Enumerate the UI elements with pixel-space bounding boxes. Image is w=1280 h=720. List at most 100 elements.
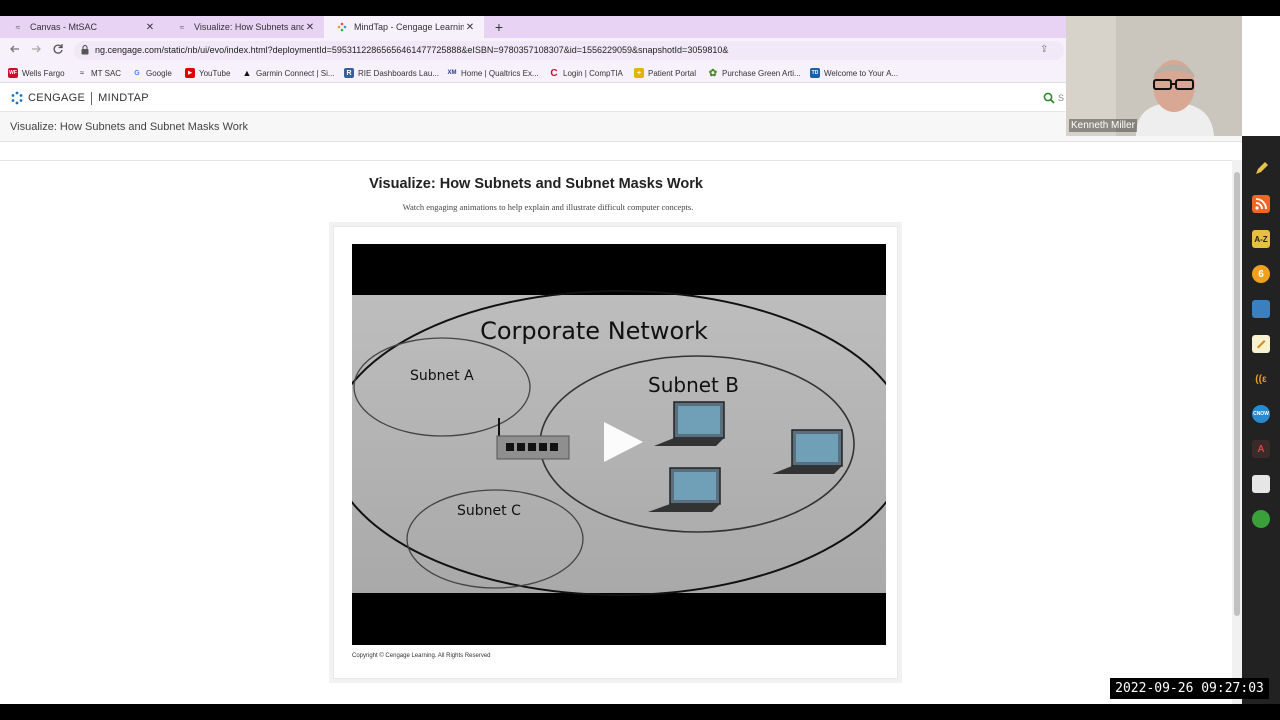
tab-strip: ≈ Canvas - MtSAC ✕ ≈ Visualize: How Subn… [0, 16, 1066, 38]
notepad-icon[interactable] [1252, 335, 1270, 353]
activity-title: Visualize: How Subnets and Subnet Masks … [10, 121, 249, 133]
main-content: Visualize: How Subnets and Subnet Masks … [0, 142, 1242, 704]
bookmark-label: Garmin Connect | Si... [256, 68, 335, 78]
bookmark-label: RIE Dashboards Lau... [358, 68, 439, 78]
youtube-icon: ▶ [185, 68, 195, 78]
url-text: ng.cengage.com/static/nb/ui/evo/index.ht… [95, 45, 729, 55]
a-plus-icon[interactable]: A [1252, 440, 1270, 458]
bookmark-label: Login | CompTIA [563, 68, 623, 78]
back-arrow-icon [10, 45, 19, 53]
vertical-scrollbar[interactable] [1232, 160, 1242, 704]
bookmark-youtube[interactable]: ▶ YouTube [185, 66, 230, 80]
logo-divider [91, 91, 93, 105]
comptia-icon: C [550, 67, 558, 79]
app-launcher: A-Z 6 ((ε CNOW A [1242, 136, 1280, 704]
bookmark-garmin[interactable]: ▲ Garmin Connect | Si... [242, 66, 335, 80]
subnet-c-label: Subnet C [457, 503, 521, 519]
bookmark-qualtrics[interactable]: XM Home | Qualtrics Ex... [447, 66, 539, 80]
subnet-a-label: Subnet A [410, 368, 474, 384]
patient-portal-icon: + [634, 68, 644, 78]
tab-close-icon[interactable]: ✕ [304, 22, 316, 33]
coin-icon[interactable]: 6 [1252, 265, 1270, 283]
omnibox[interactable]: ng.cengage.com/static/nb/ui/evo/index.ht… [74, 41, 1064, 60]
activity-title-bar: Visualize: How Subnets and Subnet Masks … [0, 112, 1242, 142]
garmin-icon: ▲ [242, 68, 252, 78]
bookmark-label: MT SAC [91, 68, 122, 78]
google-icon: G [134, 69, 140, 77]
bottom-black-bar [0, 704, 1280, 720]
video-player[interactable]: Corporate Network Subnet A Subnet B Subn… [352, 244, 886, 645]
back-button[interactable] [8, 43, 22, 57]
dictionary-icon[interactable]: A-Z [1252, 230, 1270, 248]
forward-button[interactable] [29, 43, 43, 57]
bookmark-label: Home | Qualtrics Ex... [461, 68, 539, 78]
reload-button[interactable] [51, 43, 65, 57]
bookmark-label: Google [146, 68, 172, 78]
video-card: Corporate Network Subnet A Subnet B Subn… [333, 226, 898, 679]
top-black-bar [0, 0, 1280, 16]
tab-canvas[interactable]: ≈ Canvas - MtSAC ✕ [0, 16, 164, 38]
mindtap-header: CENGAGE MINDTAP S [0, 84, 1066, 112]
cengage-mark-icon [11, 91, 23, 105]
cengage-logo[interactable]: CENGAGE MINDTAP [10, 91, 149, 105]
bookmark-label: Welcome to Your A... [824, 68, 899, 78]
page-subtitle: Watch engaging animations to help explai… [402, 202, 694, 212]
bookmark-label: Patient Portal [648, 68, 697, 78]
network-label: Corporate Network [480, 317, 708, 345]
bookmark-mt-sac[interactable]: ≈ MT SAC [77, 66, 121, 80]
mtsac-favicon-icon: ≈ [179, 22, 185, 32]
bookmark-rie-dashboards[interactable]: R RIE Dashboards Lau... [344, 66, 439, 80]
bookmark-welcome[interactable]: TD Welcome to Your A... [810, 66, 898, 80]
tab-close-icon[interactable]: ✕ [144, 22, 156, 33]
bookmark-label: Wells Fargo [22, 68, 65, 78]
canvas-favicon-icon: ≈ [15, 22, 21, 32]
mindtap-favicon-icon [336, 22, 348, 32]
antenna-icon[interactable]: ((ε [1252, 370, 1270, 388]
bookmark-label: YouTube [199, 68, 231, 78]
tab-label: MindTap - Cengage Learning [354, 22, 464, 32]
book-icon[interactable] [1252, 300, 1270, 318]
td-icon: TD [810, 68, 820, 78]
bookmark-green-arti[interactable]: ✿ Purchase Green Arti... [708, 66, 801, 80]
green-arti-icon: ✿ [708, 67, 718, 79]
address-bar: ng.cengage.com/static/nb/ui/evo/index.ht… [0, 38, 1066, 63]
new-tab-button[interactable]: + [492, 16, 506, 38]
subnet-b-label: Subnet B [648, 373, 739, 397]
bookmark-wells-fargo[interactable]: WF Wells Fargo [8, 66, 65, 80]
recording-timestamp: 2022-09-26 09:27:03 [1110, 678, 1269, 699]
bookmark-comptia[interactable]: C Login | CompTIA [549, 66, 623, 80]
forward-arrow-icon [32, 45, 41, 53]
tab-label: Visualize: How Subnets and Subn [194, 22, 304, 32]
cnow-icon[interactable]: CNOW [1252, 405, 1270, 423]
bookmark-patient-portal[interactable]: + Patient Portal [634, 66, 696, 80]
tab-visualize[interactable]: ≈ Visualize: How Subnets and Subn ✕ [164, 16, 324, 38]
screen: ≈ Canvas - MtSAC ✕ ≈ Visualize: How Subn… [0, 0, 1280, 720]
page-title: Visualize: How Subnets and Subnet Masks … [369, 176, 703, 192]
product-name: MINDTAP [98, 92, 149, 104]
rss-icon[interactable] [1252, 195, 1270, 213]
circle-app-icon[interactable] [1252, 510, 1270, 528]
reload-icon [53, 44, 63, 54]
participant-name: Kenneth Miller [1069, 119, 1137, 132]
tab-label: Canvas - MtSAC [30, 22, 98, 32]
lock-icon [81, 45, 89, 55]
document-icon[interactable] [1252, 475, 1270, 493]
webcam-overlay: Kenneth Miller [1066, 16, 1242, 136]
qualtrics-icon: XM [447, 70, 457, 76]
search-icon[interactable] [1043, 92, 1055, 104]
video-frame [352, 290, 886, 596]
divider [0, 160, 1232, 161]
tab-mindtap[interactable]: MindTap - Cengage Learning ✕ [324, 16, 484, 38]
tab-close-icon[interactable]: ✕ [464, 22, 476, 33]
search-input[interactable]: S [1058, 93, 1064, 103]
copyright-text: Copyright © Cengage Learning. All Rights… [352, 653, 491, 659]
bookmark-google[interactable]: G Google [132, 66, 172, 80]
bookmark-label: Purchase Green Arti... [722, 68, 801, 78]
mt-sac-icon: ≈ [80, 69, 84, 77]
scrollbar-thumb[interactable] [1234, 172, 1240, 616]
share-icon[interactable]: ⇪ [1040, 44, 1048, 55]
brand-name: CENGAGE [28, 92, 86, 104]
rie-icon: R [344, 68, 354, 78]
pencil-icon[interactable] [1252, 160, 1270, 178]
webcam-video [1066, 16, 1242, 136]
